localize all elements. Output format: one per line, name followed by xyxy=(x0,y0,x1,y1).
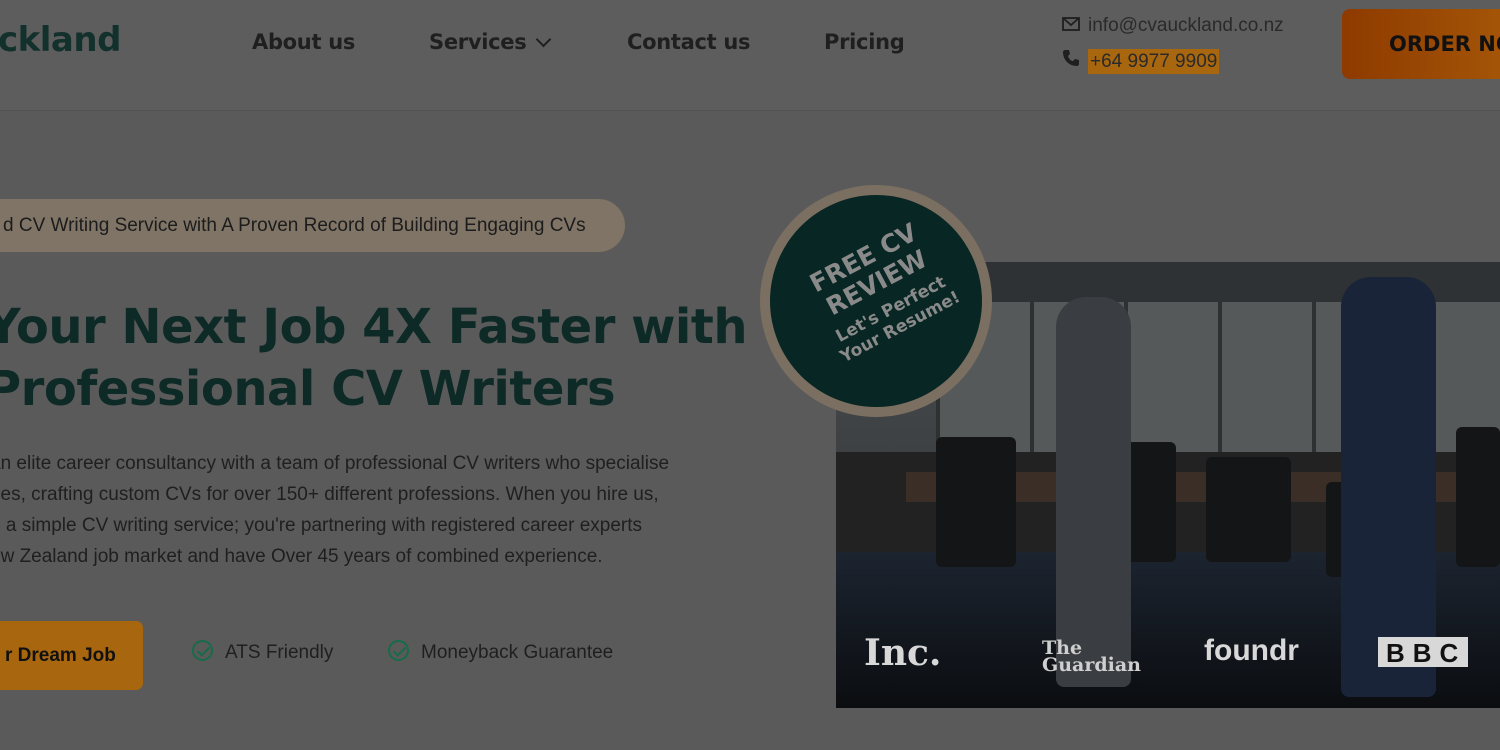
site-logo[interactable]: ckland xyxy=(0,20,121,60)
free-cv-review-badge[interactable]: FREE CV REVIEW Let's Perfect Your Resume… xyxy=(760,185,992,417)
hero-description: an elite career consultancy with a team … xyxy=(0,448,710,572)
press-logo-inc: Inc. xyxy=(864,632,942,674)
press-logo-bbc: BBC xyxy=(1378,637,1469,668)
site-header: ckland About us Services Contact us Pric… xyxy=(0,0,1500,110)
nav-item-label: About us xyxy=(252,30,356,54)
nav-item-label: Services xyxy=(429,30,527,54)
press-logo-foundr: foundr xyxy=(1204,634,1299,667)
press-logos: Inc. The Guardian foundr BBC xyxy=(836,632,1500,692)
feature-moneyback: Moneyback Guarantee xyxy=(388,640,614,664)
feature-label: ATS Friendly xyxy=(225,642,334,663)
tagline-pill: d CV Writing Service with A Proven Recor… xyxy=(0,199,625,252)
nav-item-services[interactable]: Services xyxy=(429,30,552,54)
phone-text: +64 9977 9909 xyxy=(1088,49,1220,74)
nav-item-about[interactable]: About us xyxy=(252,30,355,54)
headline-line-1: Your Next Job 4X Faster with xyxy=(0,299,747,355)
dream-job-button[interactable]: r Dream Job xyxy=(0,621,143,690)
description-line: ries, crafting custom CVs for over 150+ … xyxy=(0,484,659,505)
feature-ats-friendly: ATS Friendly xyxy=(192,640,334,664)
press-logo-guardian: The Guardian xyxy=(1042,637,1141,676)
check-circle-icon xyxy=(388,640,409,662)
businesswoman-figure xyxy=(1056,297,1131,687)
email-text: info@cvauckland.co.nz xyxy=(1088,15,1284,36)
description-line: g a simple CV writing service; you're pa… xyxy=(0,515,643,536)
check-circle-icon xyxy=(192,640,213,662)
envelope-icon xyxy=(1062,15,1082,37)
hero-headline: Your Next Job 4X Faster with Professiona… xyxy=(0,296,747,420)
chevron-down-icon xyxy=(536,31,552,48)
phone-icon xyxy=(1062,49,1082,73)
feature-label: Moneyback Guarantee xyxy=(421,642,614,663)
email-contact[interactable]: info@cvauckland.co.nz xyxy=(1062,15,1284,37)
page: ckland About us Services Contact us Pric… xyxy=(0,0,1500,750)
nav-item-contact[interactable]: Contact us xyxy=(627,30,751,54)
phone-contact[interactable]: +64 9977 9909 xyxy=(1062,49,1220,74)
nav-item-label: Contact us xyxy=(627,30,751,54)
nav-item-pricing[interactable]: Pricing xyxy=(824,30,905,54)
description-line: ew Zealand job market and have Over 45 y… xyxy=(0,546,603,567)
headline-line-2: Professional CV Writers xyxy=(0,361,616,417)
order-now-button[interactable]: ORDER NOW xyxy=(1342,9,1500,79)
description-line: an elite career consultancy with a team … xyxy=(0,453,670,474)
nav-item-label: Pricing xyxy=(824,30,905,54)
